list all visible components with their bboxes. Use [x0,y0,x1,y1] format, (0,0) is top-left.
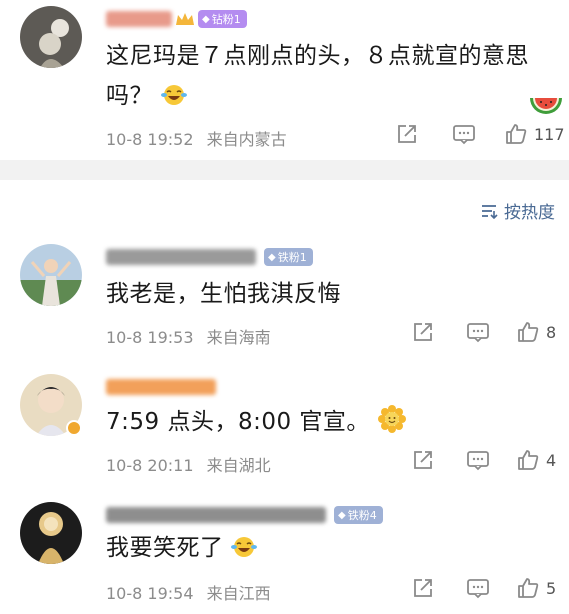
comment-actions: 8 [412,320,556,344]
share-icon [398,125,416,143]
comment-actions: 5 [412,576,556,600]
comment-text-line: 7:59 点头，8:00 官宣。 [106,409,370,435]
share-button[interactable] [396,123,422,145]
badge-label: 铁粉4 [347,509,377,522]
comment-text: 我老是，生怕我淇反悔 [106,274,341,314]
timestamp: 10-8 20:11 [106,456,194,475]
comment-actions: 4 [412,448,556,472]
username-redacted[interactable] [106,11,172,27]
comment-item: ◆ 钻粉1 这尼玛是７点刚点的头，８点就宣的意思 吗？ 10-8 19:52 来… [0,0,569,160]
comment-meta: 10-8 20:11 来自湖北 [106,452,279,476]
like-count: 5 [546,578,557,598]
fan-badge[interactable]: ◆ 铁粉1 [264,248,313,266]
comment-text-line: 我老是，生怕我淇反悔 [106,281,341,307]
ip-location: 来自海南 [206,328,271,347]
badge-label: 钻粉1 [211,13,241,26]
sunflower-emoji [377,405,406,446]
comment-text-line: 吗？ [106,83,153,109]
like-button[interactable]: 117 [504,122,565,146]
badge-label: 铁粉1 [277,251,307,264]
like-button[interactable]: 4 [516,448,556,472]
avatar-image [20,244,82,306]
share-button[interactable] [412,577,438,599]
like-count: 8 [546,322,557,342]
timestamp: 10-8 19:52 [106,130,194,149]
comment-text: 我要笑死了 [106,528,258,572]
verified-icon [66,420,82,436]
username-redacted[interactable] [106,379,216,395]
comment-item: ◆ 铁粉4 我要笑死了 10-8 19:54 来自江西 5 [0,490,569,614]
username-row: ◆ 铁粉4 [106,504,383,526]
comment-text: 这尼玛是７点刚点的头，８点就宣的意思 吗？ [106,36,536,120]
diamond-icon: ◆ [202,13,210,25]
avatar-image [20,502,82,564]
comment-text: 7:59 点头，8:00 官宣。 [106,402,406,446]
thumbs-up-icon [518,578,539,598]
comment-meta: 10-8 19:53 来自海南 [106,324,279,348]
section-divider [0,160,569,180]
like-button[interactable]: 8 [516,320,556,344]
avatar[interactable] [20,502,82,564]
avatar[interactable] [20,6,82,68]
sort-toggle[interactable]: 按热度 [480,198,555,223]
share-icon [414,579,432,597]
diamond-icon: ◆ [268,251,276,263]
comment-button[interactable] [452,123,476,145]
comment-text-line: 我要笑死了 [106,535,224,561]
comment-item: 7:59 点头，8:00 官宣。 10-8 20:11 来自湖北 4 [0,362,569,482]
like-count: 117 [534,124,565,144]
comment-button[interactable] [466,449,490,471]
fan-badge[interactable]: ◆ 钻粉1 [198,10,247,28]
sort-icon [482,204,498,219]
sort-label: 按热度 [504,203,555,223]
laugh-cry-emoji [160,80,187,120]
comment-actions: 117 [396,122,565,146]
thumbs-up-icon [518,322,539,342]
diamond-icon: ◆ [338,509,346,521]
ip-location: 来自湖北 [206,456,271,475]
avatar-image [20,6,82,68]
thumbs-up-icon [506,124,527,144]
share-button[interactable] [412,449,438,471]
comment-meta: 10-8 19:54 来自江西 [106,580,279,604]
timestamp: 10-8 19:53 [106,328,194,347]
share-icon [414,451,432,469]
comment-button[interactable] [466,321,490,343]
share-icon [414,323,432,341]
comment-icon [467,451,489,471]
fan-badge[interactable]: ◆ 铁粉4 [334,506,383,524]
username-row: ◆ 铁粉1 [106,246,313,268]
avatar[interactable] [20,244,82,306]
like-button[interactable]: 5 [516,576,556,600]
comment-button[interactable] [466,577,490,599]
username-redacted[interactable] [106,507,326,523]
timestamp: 10-8 19:54 [106,584,194,603]
ip-location: 来自内蒙古 [206,130,287,149]
laugh-cry-emoji [231,532,258,572]
crown-icon [176,13,194,25]
comment-meta: 10-8 19:52 来自内蒙古 [106,126,295,150]
username-redacted[interactable] [106,249,256,265]
username-row: ◆ 钻粉1 [106,8,247,30]
watermelon-icon [528,90,564,124]
thumbs-up-icon [518,450,539,470]
comment-item: ◆ 铁粉1 我老是，生怕我淇反悔 10-8 19:53 来自海南 8 [0,232,569,362]
share-button[interactable] [412,321,438,343]
comment-icon [467,323,489,343]
comment-icon [453,125,475,145]
like-count: 4 [546,450,557,470]
comment-icon [467,579,489,599]
username-row [106,376,216,398]
ip-location: 来自江西 [206,584,271,603]
comment-text-line: 这尼玛是７点刚点的头，８点就宣的意思 [106,43,529,69]
